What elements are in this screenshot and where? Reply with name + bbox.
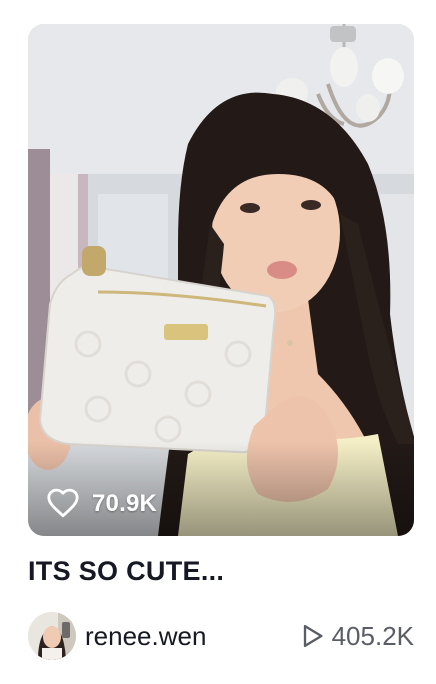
video-card[interactable]: 70.9K ITS SO CUTE... renee.wen 405.2K	[0, 0, 436, 684]
avatar-image	[28, 612, 76, 660]
video-title[interactable]: ITS SO CUTE...	[28, 556, 418, 587]
view-count-label: 405.2K	[331, 620, 414, 651]
author-username[interactable]: renee.wen	[85, 621, 206, 652]
like-count-label: 70.9K	[92, 490, 158, 517]
video-meta-row: renee.wen 405.2K	[28, 612, 414, 660]
heart-outline-icon	[47, 488, 79, 518]
author-avatar[interactable]	[28, 612, 76, 660]
view-count: 405.2K	[298, 621, 414, 652]
like-count: 70.9K	[46, 487, 157, 521]
video-thumbnail[interactable]: 70.9K	[28, 24, 414, 536]
play-outline-icon	[303, 624, 323, 648]
